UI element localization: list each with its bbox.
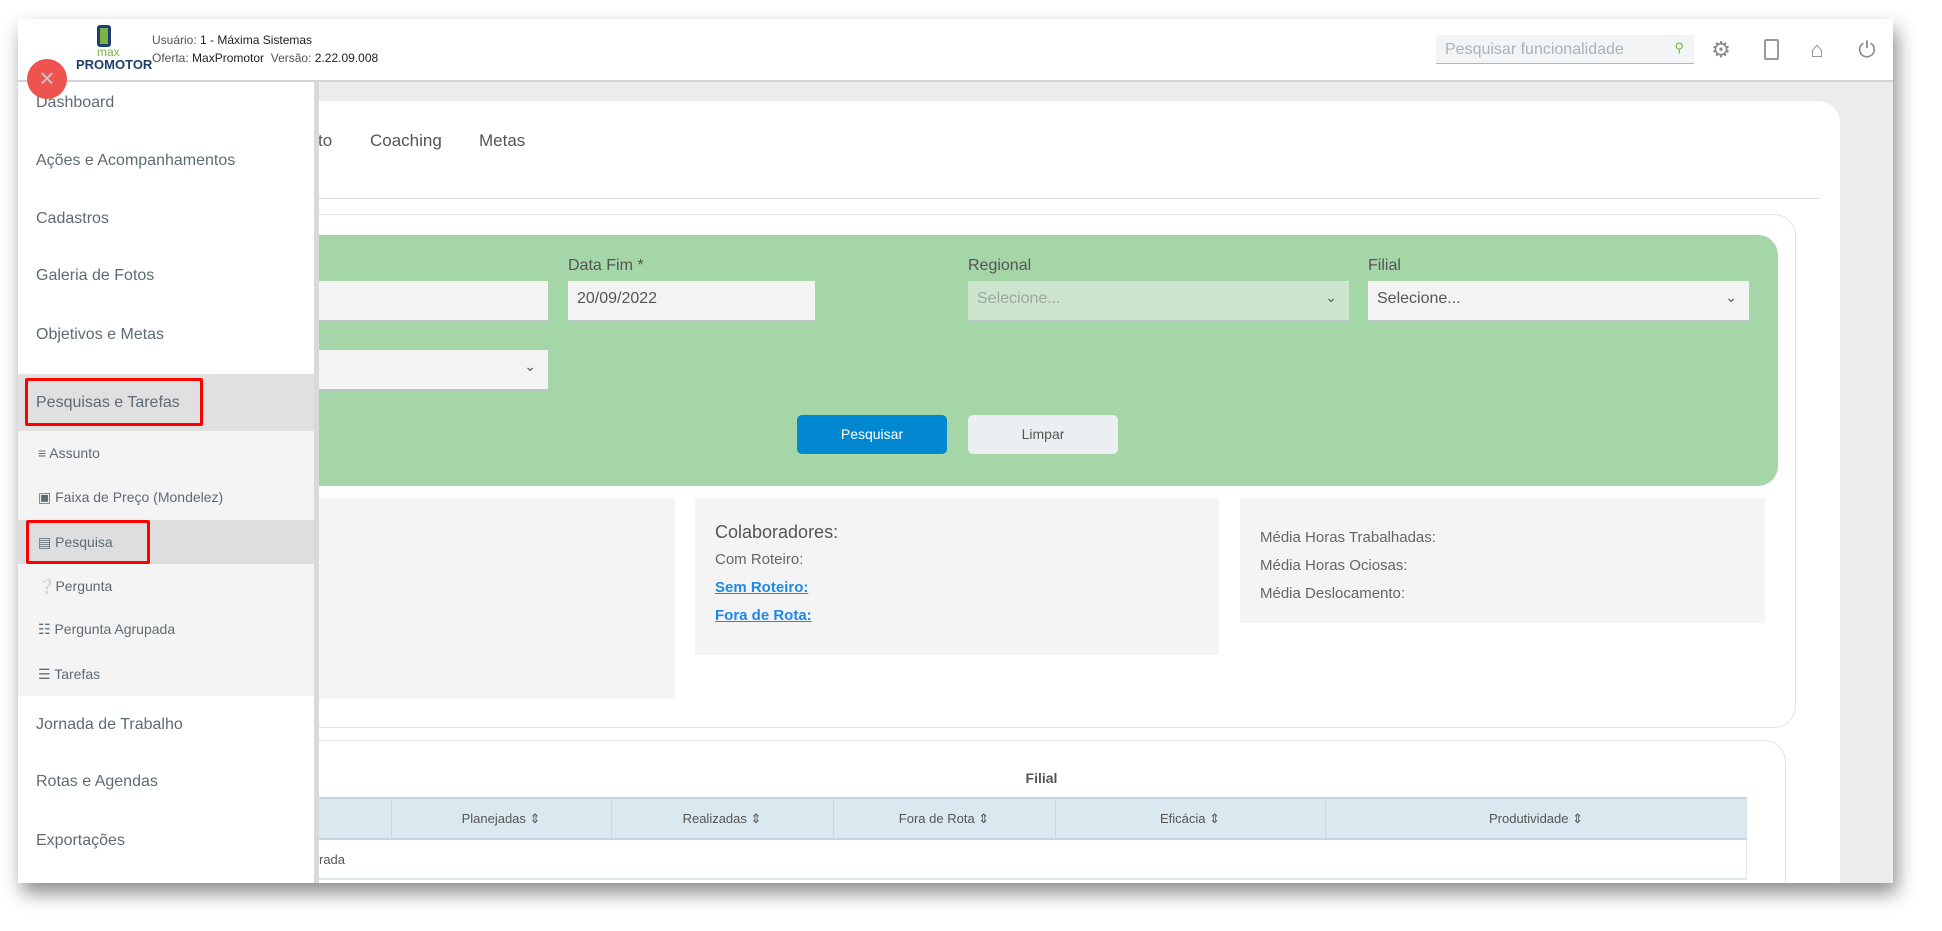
align-left-icon: ≡ [38, 445, 47, 461]
close-menu-button[interactable]: × [27, 59, 67, 99]
logo-phone-icon [97, 25, 111, 47]
column-header-first[interactable] [319, 798, 392, 839]
offer-value: MaxPromotor [192, 51, 265, 65]
chevron-down-icon: ⌄ [1325, 289, 1337, 305]
stat-box-left [319, 498, 675, 699]
column-header-fora-de-rota[interactable]: Fora de Rota ⇕ [833, 798, 1056, 839]
sidebar-item-dashboard[interactable]: Dashboard [18, 94, 314, 112]
column-header-eficacia[interactable]: Eficácia ⇕ [1055, 798, 1326, 839]
search-button[interactable]: Pesquisar [797, 415, 947, 454]
sidebar-item-cadastros[interactable]: Cadastros [18, 210, 314, 228]
submenu-item-assunto[interactable]: ≡ Assunto [18, 445, 314, 461]
sidebar-item-jornada[interactable]: Jornada de Trabalho [18, 716, 314, 734]
user-label: Usuário: [152, 33, 197, 47]
off-route-link[interactable]: Fora de Rota: [715, 602, 1199, 630]
chevron-down-icon: ⌄ [524, 358, 536, 374]
top-header: max PROMOTOR Usuário: 1 - Máxima Sistema… [18, 19, 1893, 82]
question-circle-icon: ❔ [38, 578, 56, 594]
column-header-planejadas[interactable]: Planejadas ⇕ [391, 798, 612, 839]
sitemap-icon: ☷ [38, 621, 51, 637]
version-value: 2.22.09.008 [314, 51, 379, 65]
user-value: 1 - Máxima Sistemas [200, 33, 313, 47]
end-date-label: Data Fim * [568, 257, 644, 274]
filial-select[interactable]: Selecione... ⌄ [1368, 281, 1749, 322]
search-placeholder: Pesquisar funcionalidade [1445, 41, 1624, 58]
chevron-down-icon: ⌄ [1725, 289, 1737, 305]
column-header-realizadas[interactable]: Realizadas ⇕ [611, 798, 834, 839]
submenu-item-pergunta-agrupada[interactable]: ☷ Pergunta Agrupada [18, 621, 314, 638]
avg-idle-hours: Média Horas Ociosas: [1260, 557, 1408, 574]
submenu-item-pergunta[interactable]: ❔Pergunta [18, 578, 314, 595]
document-icon[interactable] [1758, 37, 1784, 63]
highlight-box-pesquisa [26, 520, 150, 564]
tabs-divider [318, 198, 1820, 199]
version-label: Versão: [270, 51, 312, 65]
user-info: Usuário: 1 - Máxima Sistemas Oferta: Max… [152, 31, 378, 67]
with-route-label: Com Roteiro: [715, 551, 804, 568]
money-icon: ▣ [38, 489, 52, 505]
column-header-produtividade[interactable]: Produtividade ⇕ [1325, 798, 1747, 839]
end-date-input[interactable]: 20/09/2022 [568, 281, 815, 322]
sidebar-item-galeria[interactable]: Galeria de Fotos [18, 267, 314, 285]
search-icon[interactable]: ⚲ [1674, 40, 1684, 56]
sidebar-item-acoes[interactable]: Ações e Acompanhamentos [18, 152, 314, 170]
sidebar-menu: Dashboard Ações e Acompanhamentos Cadast… [18, 82, 319, 883]
sidebar-item-rotas[interactable]: Rotas e Agendas [18, 773, 314, 791]
power-icon[interactable]: ⏻ [1854, 37, 1880, 63]
submenu-item-faixa-preco[interactable]: ▣ Faixa de Preço (Mondelez) [18, 489, 314, 506]
home-icon[interactable]: ⌂ [1804, 37, 1830, 63]
regional-select[interactable]: Selecione... ⌄ [968, 281, 1349, 322]
logo: max PROMOTOR [75, 25, 155, 75]
close-icon: × [39, 63, 55, 93]
sidebar-item-objetivos[interactable]: Objetivos e Metas [18, 326, 314, 344]
tab-partial[interactable]: to [318, 131, 332, 151]
avg-worked-hours: Média Horas Trabalhadas: [1260, 529, 1436, 546]
tab-coaching[interactable]: Coaching [370, 131, 442, 151]
clear-button[interactable]: Limpar [968, 415, 1118, 454]
regional-value: Selecione... [977, 290, 1061, 307]
empty-row-text: rada [319, 851, 346, 867]
filial-label: Filial [1368, 257, 1401, 274]
logo-big-text: PROMOTOR [76, 57, 153, 72]
submenu-item-tarefas[interactable]: ☰ Tarefas [18, 666, 314, 683]
filial-value: Selecione... [1377, 290, 1461, 307]
averages-box: Média Horas Trabalhadas: Média Horas Oci… [1240, 498, 1765, 623]
second-row-select[interactable]: ⌄ [319, 350, 548, 391]
tab-metas[interactable]: Metas [479, 131, 525, 151]
results-table: Planejadas ⇕ Realizadas ⇕ Fora de Rota ⇕… [319, 797, 1747, 880]
collaborators-title: Colaboradores: [715, 522, 839, 542]
without-route-link[interactable]: Sem Roteiro: [715, 574, 1199, 602]
feature-search-input[interactable]: Pesquisar funcionalidade ⚲ [1436, 35, 1694, 64]
app-window: max PROMOTOR Usuário: 1 - Máxima Sistema… [18, 19, 1893, 883]
regional-label: Regional [968, 257, 1032, 274]
highlight-box-pesquisas-tarefas [25, 378, 203, 426]
sidebar-item-exportacoes[interactable]: Exportações [18, 832, 314, 850]
offer-label: Oferta: [152, 51, 189, 65]
start-date-input[interactable] [319, 281, 548, 322]
list-ol-icon: ☰ [38, 666, 51, 682]
settings-gears-icon[interactable]: ⚙ [1708, 37, 1734, 63]
collaborators-box: Colaboradores: Com Roteiro: Sem Roteiro:… [695, 498, 1219, 655]
avg-travel: Média Deslocamento: [1260, 585, 1406, 602]
